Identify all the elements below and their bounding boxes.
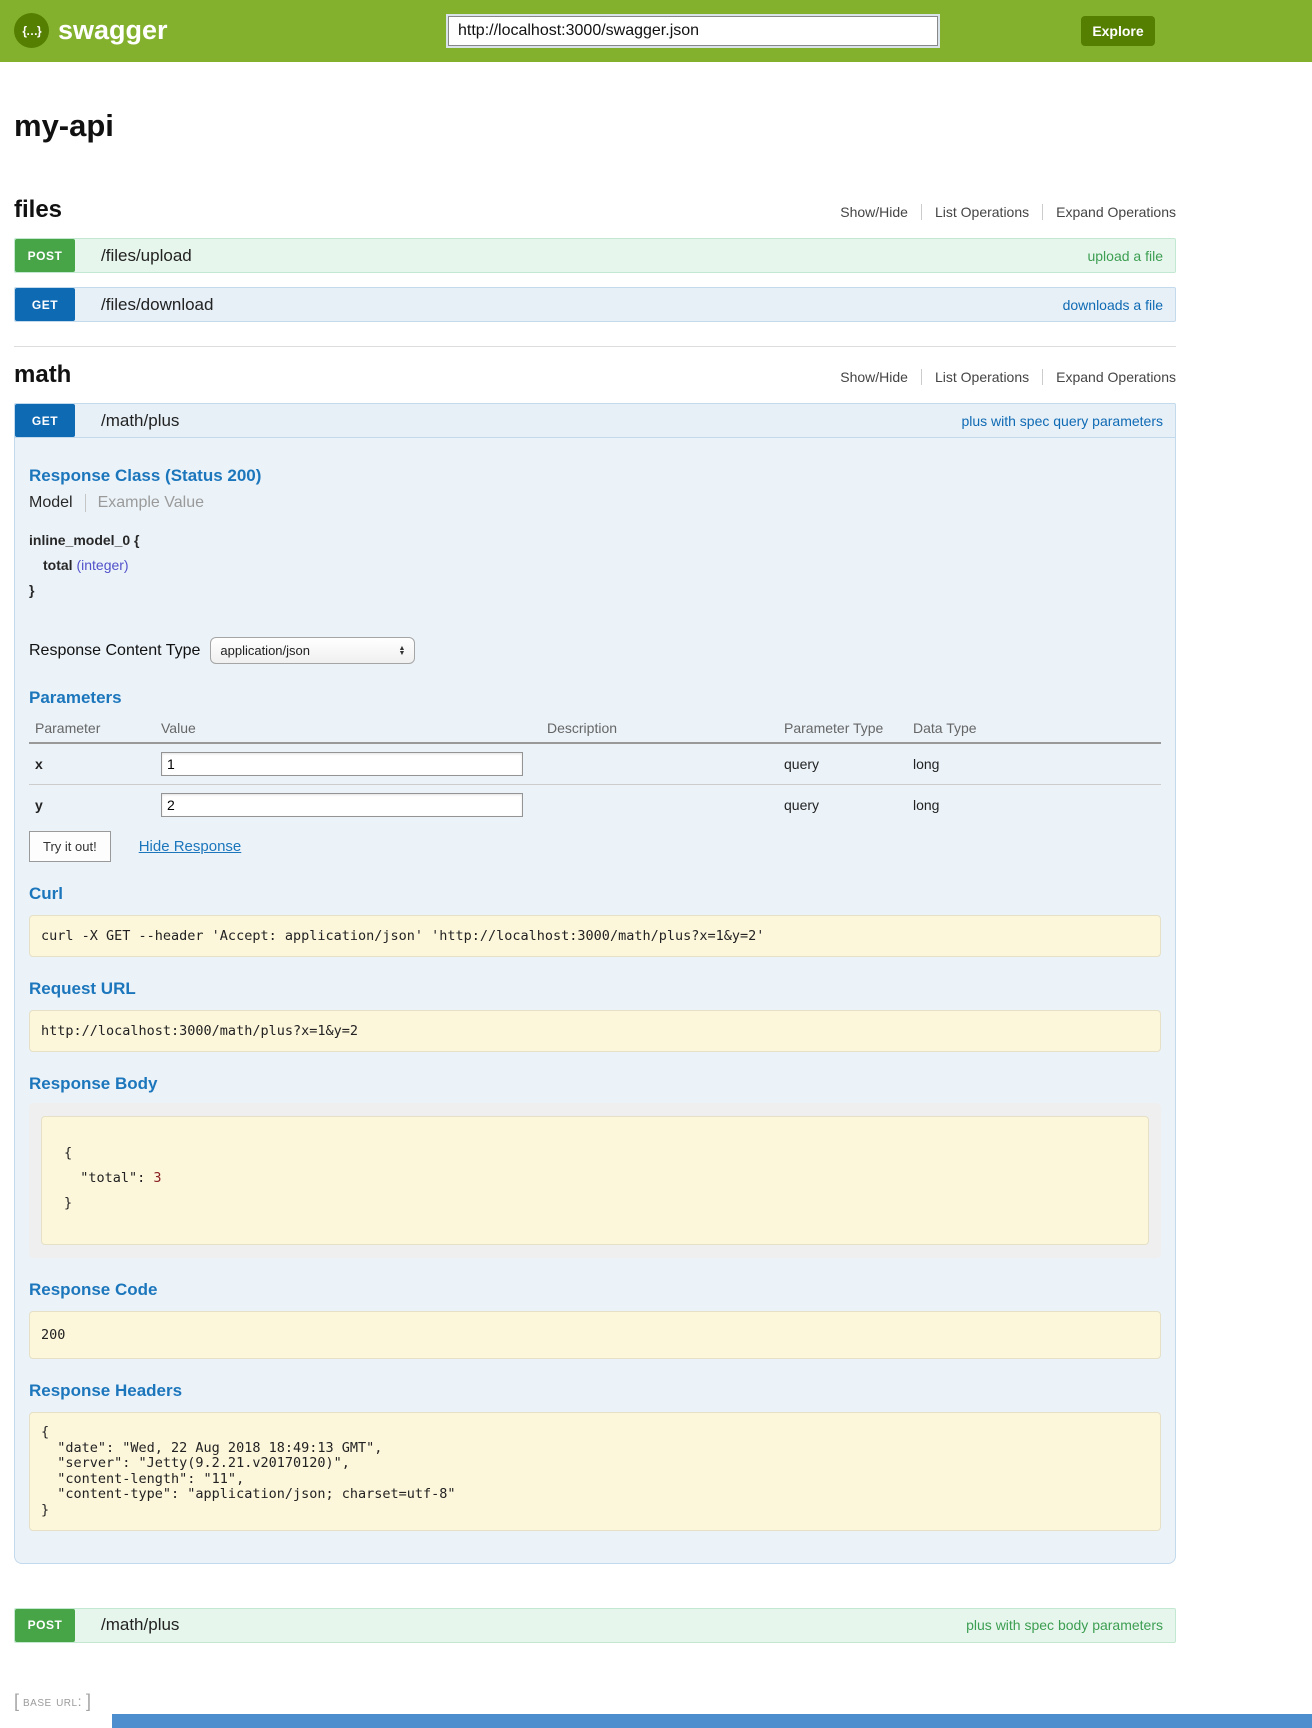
parameter-row-x: x query long — [29, 743, 1161, 785]
col-parameter-type: Parameter Type — [778, 714, 907, 743]
model-open-line: inline_model_0 { — [29, 528, 1161, 553]
main-content: my-api files Show/Hide List Operations E… — [14, 108, 1176, 1712]
post-method-badge[interactable]: POST — [15, 239, 75, 272]
op-path[interactable]: /files/upload — [101, 239, 192, 272]
curl-heading: Curl — [29, 884, 1161, 904]
response-body-json: { "total": 3 } — [41, 1116, 1149, 1245]
base-url-footer: [ base url: ] — [14, 1691, 1176, 1712]
list-operations-link[interactable]: List Operations — [921, 204, 1042, 220]
swagger-logo[interactable]: {…} swagger — [14, 13, 168, 48]
col-value: Value — [155, 714, 541, 743]
list-operations-link[interactable]: List Operations — [921, 369, 1042, 385]
op-summary[interactable]: upload a file — [1087, 239, 1163, 272]
expand-operations-link[interactable]: Expand Operations — [1042, 369, 1176, 385]
bracket-open: [ — [14, 1691, 19, 1712]
request-url-value: http://localhost:3000/math/plus?x=1&y=2 — [29, 1010, 1161, 1052]
response-class-heading: Response Class (Status 200) — [29, 466, 1161, 486]
hide-response-link[interactable]: Hide Response — [139, 838, 242, 855]
response-headers-json: { "date": "Wed, 22 Aug 2018 18:49:13 GMT… — [29, 1412, 1161, 1531]
parameters-header-row: Parameter Value Description Parameter Ty… — [29, 714, 1161, 743]
math-section-controls: Show/Hide List Operations Expand Operati… — [827, 369, 1176, 385]
model-property-type: (integer) — [76, 557, 128, 573]
param-name: x — [29, 743, 155, 785]
parameters-heading: Parameters — [29, 688, 1161, 708]
param-data-type: long — [907, 743, 1161, 785]
response-body-wrapper: { "total": 3 } — [29, 1103, 1161, 1258]
parameter-row-y: y query long — [29, 785, 1161, 826]
base-url-label: base url: — [23, 1693, 82, 1709]
parameters-table: Parameter Value Description Parameter Ty… — [29, 714, 1161, 825]
try-it-out-row: Try it out! Hide Response — [29, 831, 1161, 862]
param-data-type: long — [907, 785, 1161, 826]
math-section-title[interactable]: math — [14, 361, 71, 389]
param-description — [541, 743, 778, 785]
op-row-post-math-plus[interactable]: POST /math/plus plus with spec body para… — [14, 1608, 1176, 1643]
post-method-badge[interactable]: POST — [15, 1609, 75, 1642]
response-content-type-row: Response Content Type application/json ▲… — [29, 637, 1161, 664]
tab-example-value[interactable]: Example Value — [86, 494, 204, 512]
model-signature: inline_model_0 { total (integer) } — [29, 528, 1161, 603]
json-text: } — [64, 1195, 72, 1211]
resource-divider — [14, 346, 1176, 347]
model-tabs: Model Example Value — [29, 494, 1161, 512]
json-text: { "total": — [64, 1145, 153, 1186]
model-property: total (integer) — [29, 553, 1161, 578]
get-method-badge[interactable]: GET — [15, 288, 75, 321]
bracket-close: ] — [86, 1691, 91, 1712]
show-hide-link[interactable]: Show/Hide — [827, 369, 921, 385]
param-y-value-input[interactable] — [161, 793, 523, 817]
select-arrows-icon: ▲ ▼ — [398, 646, 405, 656]
files-section-title[interactable]: files — [14, 196, 62, 224]
curl-command: curl -X GET --header 'Accept: applicatio… — [29, 915, 1161, 957]
try-it-out-button[interactable]: Try it out! — [29, 831, 111, 862]
model-property-name: total — [43, 557, 73, 573]
param-name: y — [29, 785, 155, 826]
param-type: query — [778, 743, 907, 785]
files-section-header: files Show/Hide List Operations Expand O… — [14, 196, 1176, 224]
response-headers-heading: Response Headers — [29, 1381, 1161, 1401]
tab-model[interactable]: Model — [29, 494, 86, 512]
op-path[interactable]: /files/download — [101, 288, 213, 321]
op-summary[interactable]: plus with spec query parameters — [961, 404, 1163, 437]
math-section-header: math Show/Hide List Operations Expand Op… — [14, 361, 1176, 389]
op-row-get-files-download[interactable]: GET /files/download downloads a file — [14, 287, 1176, 322]
col-parameter: Parameter — [29, 714, 155, 743]
request-url-heading: Request URL — [29, 979, 1161, 999]
col-description: Description — [541, 714, 778, 743]
get-method-badge[interactable]: GET — [15, 404, 75, 437]
swagger-logo-text: swagger — [58, 15, 168, 46]
expand-operations-link[interactable]: Expand Operations — [1042, 204, 1176, 220]
param-description — [541, 785, 778, 826]
response-content-type-label: Response Content Type — [29, 642, 200, 660]
op-path[interactable]: /math/plus — [101, 404, 179, 437]
explore-button[interactable]: Explore — [1081, 16, 1155, 46]
page-title: my-api — [14, 108, 1176, 144]
model-close-line: } — [29, 578, 1161, 603]
top-bar: {…} swagger Explore — [0, 0, 1312, 62]
bottom-message-bar — [112, 1714, 1312, 1728]
selected-content-type: application/json — [220, 643, 310, 658]
response-body-heading: Response Body — [29, 1074, 1161, 1094]
response-content-type-select[interactable]: application/json ▲ ▼ — [210, 637, 415, 664]
op-row-get-math-plus[interactable]: GET /math/plus plus with spec query para… — [14, 403, 1176, 438]
spec-url-input[interactable] — [448, 16, 938, 46]
op-summary[interactable]: downloads a file — [1063, 288, 1163, 321]
files-section-controls: Show/Hide List Operations Expand Operati… — [827, 204, 1176, 220]
col-data-type: Data Type — [907, 714, 1161, 743]
response-code-value: 200 — [29, 1311, 1161, 1359]
param-x-value-input[interactable] — [161, 752, 523, 776]
op-summary[interactable]: plus with spec body parameters — [966, 1609, 1163, 1642]
json-number-value: 3 — [153, 1170, 161, 1186]
operation-detail-panel: Response Class (Status 200) Model Exampl… — [14, 438, 1176, 1564]
op-row-post-files-upload[interactable]: POST /files/upload upload a file — [14, 238, 1176, 273]
show-hide-link[interactable]: Show/Hide — [827, 204, 921, 220]
op-path[interactable]: /math/plus — [101, 1609, 179, 1642]
param-type: query — [778, 785, 907, 826]
response-code-heading: Response Code — [29, 1280, 1161, 1300]
swagger-braces-icon: {…} — [14, 13, 49, 48]
